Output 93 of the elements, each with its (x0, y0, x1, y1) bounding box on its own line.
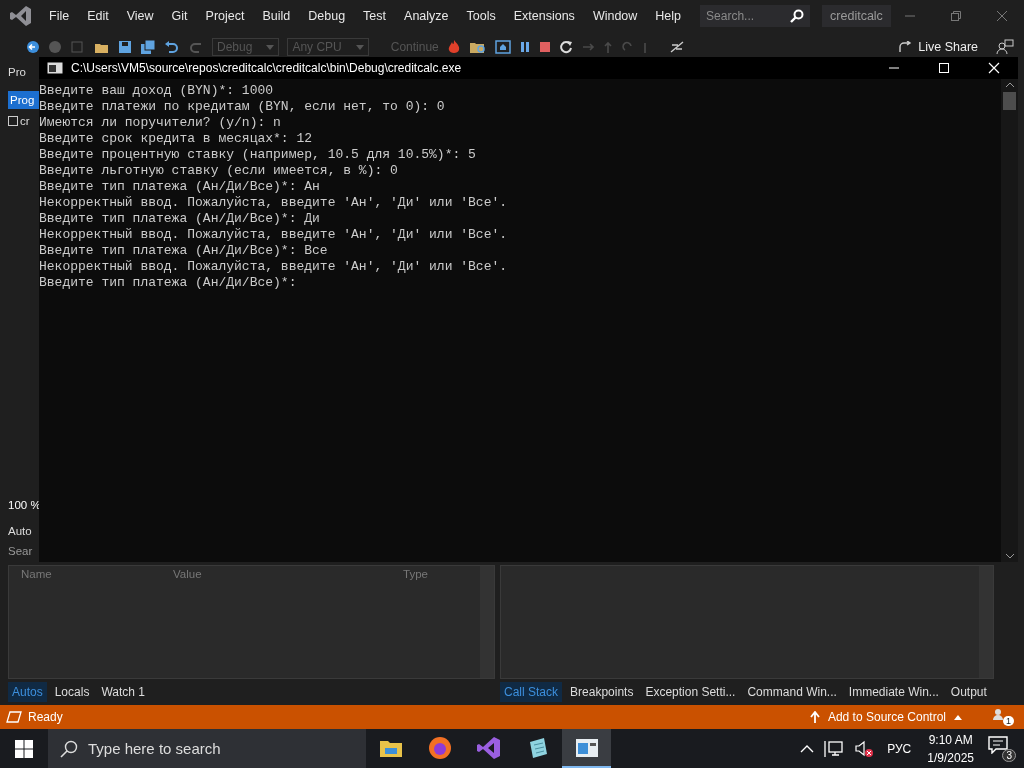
panel-tab[interactable]: Breakpoints (566, 682, 638, 702)
live-share-button[interactable]: Live Share (899, 40, 978, 54)
clock-date[interactable]: 1/9/2025 (927, 748, 974, 767)
save-all-icon[interactable] (140, 40, 156, 54)
menu-item[interactable]: Project (196, 9, 254, 23)
console-line: Введите льготную ставку (если имеется, в %): 0 (39, 163, 399, 179)
menu-item[interactable]: File (40, 9, 79, 23)
caret-icon (266, 44, 275, 50)
console-line: Некорректный ввод. Пожалуйста, введите 'Ан', 'Ди' или 'Все'. (39, 195, 509, 211)
search-icon (60, 739, 78, 758)
action-center-button[interactable]: 3 (988, 735, 1016, 762)
share-arrow-icon (899, 41, 914, 53)
home-window-icon[interactable] (494, 40, 511, 54)
console-line: Введите платежи по кредитам (BYN, если нет, то 0): 0 (39, 99, 446, 115)
console-line: Введите тип платежа (Ан/Ди/Все)*: Ан (39, 179, 321, 195)
menu-item[interactable]: View (117, 9, 163, 23)
restore-icon[interactable] (950, 10, 962, 22)
tree-item[interactable]: cr (8, 115, 39, 127)
scrollbar[interactable] (979, 566, 993, 678)
caret-icon (954, 714, 962, 720)
console-window-icon (574, 736, 599, 759)
file-icon (8, 116, 18, 126)
menu-item[interactable]: Debug (299, 9, 355, 23)
console-line: Введите тип платежа (Ан/Ди/Все)*: (39, 275, 298, 291)
ide-logo-icon (476, 735, 501, 760)
network-icon[interactable] (824, 739, 845, 758)
menu-item[interactable]: Test (354, 9, 396, 23)
stop-icon[interactable] (538, 41, 551, 53)
menu-item[interactable]: Edit (78, 9, 118, 23)
folder-search-icon[interactable] (468, 40, 487, 54)
undo-icon[interactable] (164, 40, 180, 54)
scroll-up-icon[interactable] (1004, 82, 1015, 88)
notifications-button[interactable]: 1 (992, 708, 1014, 726)
chevron-up-icon[interactable] (800, 743, 815, 754)
save-icon[interactable] (118, 40, 132, 54)
panel-tab[interactable]: Immediate Win... (844, 682, 943, 702)
console-line: Введите ваш доход (BYN)*: 1000 (39, 83, 275, 99)
panel-title: Auto (8, 525, 33, 537)
console-icon (47, 61, 63, 75)
arrow-up-icon (809, 711, 820, 723)
console-line: Имеются ли поручители? (y/n): n (39, 115, 282, 131)
flame-icon[interactable] (446, 39, 461, 55)
menu-item[interactable]: Window (583, 9, 647, 23)
scrollbar[interactable] (480, 566, 494, 678)
search-icon (790, 9, 805, 23)
language-indicator[interactable]: РУС (887, 741, 912, 756)
panel-tab[interactable]: Watch 1 (97, 682, 149, 702)
volume-muted-icon[interactable] (854, 739, 875, 758)
person-icon (992, 708, 1004, 720)
menu-item[interactable]: Extensions (504, 9, 584, 23)
panel-tab[interactable]: Locals (50, 682, 94, 702)
solution-title: creditcalc (822, 5, 891, 27)
hot-reload-icon[interactable] (668, 40, 685, 54)
status-icon (6, 711, 22, 723)
console-line: Введите процентную ставку (например, 10.5 для 10.5%)*: 5 (39, 147, 477, 163)
status-text: Ready (28, 710, 63, 724)
menu-item[interactable]: Git (162, 9, 197, 23)
browser-icon (427, 735, 452, 760)
panel-tab[interactable]: Output (946, 682, 991, 702)
scrollbar[interactable] (1001, 79, 1018, 562)
windows-icon (15, 739, 33, 758)
scroll-thumb[interactable] (1003, 92, 1016, 110)
console-line: Некорректный ввод. Пожалуйста, введите 'Ан', 'Ди' или 'Все'. (39, 259, 509, 275)
taskbar-app[interactable] (562, 729, 611, 768)
menu-item[interactable]: Analyze (395, 9, 458, 23)
caret-icon (355, 44, 364, 50)
solution-explorer-label: Pro (8, 66, 27, 78)
console-line: Введите срок кредита в месяцах*: 12 (39, 131, 314, 147)
window-title: C:\Users\VM5\source\repos\creditcalc\creditcalc\bin\Debug\creditcalc.exe (71, 61, 462, 75)
scroll-down-icon[interactable] (1004, 553, 1015, 559)
console-line: Введите тип платежа (Ан/Ди/Все)*: Ди (39, 211, 321, 227)
panel-tab[interactable]: Exception Setti... (641, 682, 740, 702)
document-tab[interactable]: Prog (8, 91, 39, 109)
panel-tab[interactable]: Command Win... (743, 682, 841, 702)
console-line: Некорректный ввод. Пожалуйста, введите 'Ан', 'Ди' или 'Все'. (39, 227, 509, 243)
search-field[interactable]: Search... (700, 5, 811, 27)
back-icon[interactable] (26, 40, 40, 54)
search-field[interactable]: Sear (8, 545, 39, 557)
taskbar-search-field[interactable]: Type here to search (48, 729, 366, 768)
app-logo-icon (10, 5, 32, 27)
panel-tab[interactable]: Call Stack (500, 682, 563, 702)
maximize-icon[interactable] (938, 62, 950, 74)
menu-item[interactable]: Build (253, 9, 300, 23)
restart-icon[interactable] (558, 40, 573, 54)
message-icon (988, 735, 1008, 754)
feedback-icon[interactable] (996, 39, 1014, 55)
console-line: Введите тип платежа (Ан/Ди/Все)*: Все (39, 243, 329, 259)
pause-icon[interactable] (518, 41, 531, 53)
menu-item[interactable]: Help (646, 9, 691, 23)
clock-time[interactable]: 9:10 AM (928, 730, 973, 749)
source-control-button[interactable]: Add to Source Control (809, 710, 962, 724)
panel-tab[interactable]: Autos (8, 682, 47, 702)
menu-item[interactable]: Tools (457, 9, 505, 23)
